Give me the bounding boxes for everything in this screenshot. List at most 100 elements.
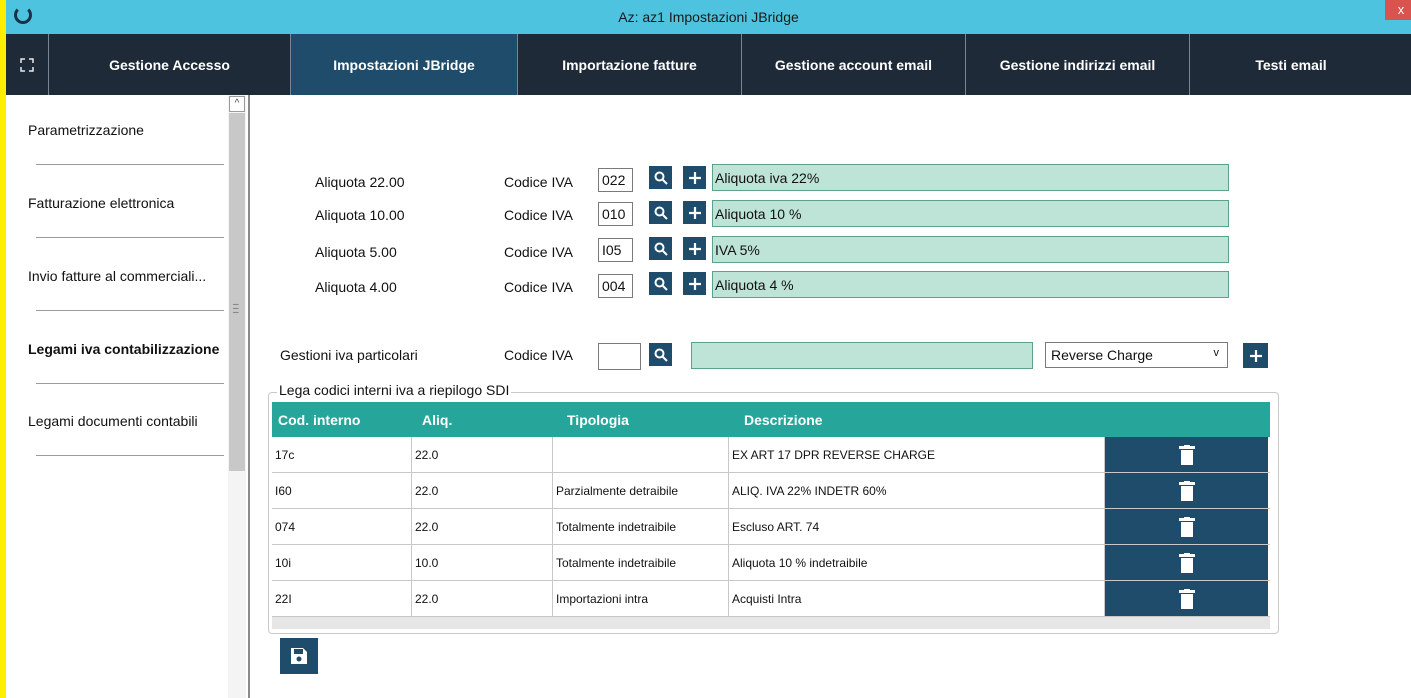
particolari-description bbox=[691, 342, 1033, 369]
tab-gestione-accesso[interactable]: Gestione Accesso bbox=[49, 34, 291, 95]
codice-iva-label: Codice IVA bbox=[504, 207, 573, 223]
cell-codice: 10i bbox=[272, 545, 412, 580]
cell-tipologia: Importazioni intra bbox=[553, 581, 729, 616]
table-row[interactable]: 074 22.0 Totalmente indetraibile Escluso… bbox=[272, 509, 1270, 545]
column-header[interactable]: Cod. interno bbox=[272, 412, 418, 428]
cell-descrizione: EX ART 17 DPR REVERSE CHARGE bbox=[729, 437, 1105, 472]
add-button[interactable] bbox=[683, 201, 706, 224]
expand-icon[interactable] bbox=[6, 34, 49, 95]
search-icon bbox=[654, 348, 668, 362]
aliquota-description: Aliquota 4 % bbox=[712, 271, 1229, 298]
cell-tipologia: Totalmente indetraibile bbox=[553, 509, 729, 544]
aliquota-description: Aliquota 10 % bbox=[712, 200, 1229, 227]
cell-codice: I60 bbox=[272, 473, 412, 508]
tab-importazione-fatture[interactable]: Importazione fatture bbox=[518, 34, 742, 95]
sidebar: Parametrizzazione Fatturazione elettroni… bbox=[6, 95, 250, 698]
plus-icon bbox=[1249, 349, 1262, 362]
search-button[interactable] bbox=[649, 272, 672, 295]
sidebar-divider bbox=[36, 455, 224, 456]
delete-button[interactable] bbox=[1105, 581, 1268, 616]
sidebar-scrollbar[interactable]: ^ – – – bbox=[228, 95, 246, 698]
sidebar-item-invio-fatture[interactable]: Invio fatture al commerciali... bbox=[28, 268, 228, 284]
column-header[interactable]: Tipologia bbox=[563, 412, 740, 428]
table-row[interactable]: 22I 22.0 Importazioni intra Acquisti Int… bbox=[272, 581, 1270, 617]
add-button[interactable] bbox=[683, 237, 706, 260]
particolari-label: Gestioni iva particolari bbox=[280, 347, 418, 363]
trash-icon bbox=[1178, 552, 1195, 573]
cell-codice: 22I bbox=[272, 581, 412, 616]
save-button[interactable] bbox=[280, 638, 318, 674]
tipo-select[interactable]: Reverse Charge v bbox=[1045, 342, 1228, 368]
codice-iva-label: Codice IVA bbox=[504, 174, 573, 190]
add-button[interactable] bbox=[683, 166, 706, 189]
title-bar: Az: az1 Impostazioni JBridge x bbox=[6, 0, 1411, 34]
tab-testi-email[interactable]: Testi email bbox=[1190, 34, 1392, 95]
tab-bar: Gestione Accesso Impostazioni JBridge Im… bbox=[6, 34, 1411, 95]
codice-iva-field[interactable]: 004 bbox=[598, 274, 633, 298]
tab-impostazioni-jbridge[interactable]: Impostazioni JBridge bbox=[291, 34, 518, 95]
column-header[interactable]: Descrizione bbox=[740, 412, 1118, 428]
delete-button[interactable] bbox=[1105, 545, 1268, 580]
cell-codice: 074 bbox=[272, 509, 412, 544]
codice-iva-field[interactable]: 010 bbox=[598, 202, 633, 226]
cell-tipologia: Parzialmente detraibile bbox=[553, 473, 729, 508]
close-button[interactable]: x bbox=[1385, 0, 1411, 20]
sidebar-item-parametrizzazione[interactable]: Parametrizzazione bbox=[28, 122, 228, 138]
aliquota-label: Aliquota 4.00 bbox=[315, 279, 397, 295]
legami-legend: Lega codici interni iva a riepilogo SDI bbox=[277, 382, 512, 398]
particolari-code-field[interactable] bbox=[598, 343, 641, 370]
sidebar-divider bbox=[36, 310, 224, 311]
plus-icon bbox=[688, 277, 701, 290]
add-button[interactable] bbox=[683, 272, 706, 295]
scroll-thumb[interactable]: – – – bbox=[229, 113, 245, 471]
sidebar-divider bbox=[36, 164, 224, 165]
app-window: Az: az1 Impostazioni JBridge x Gestione … bbox=[6, 0, 1411, 698]
trash-icon bbox=[1178, 480, 1195, 501]
delete-button[interactable] bbox=[1105, 509, 1268, 544]
sidebar-item-fatturazione[interactable]: Fatturazione elettronica bbox=[28, 195, 228, 211]
table-row[interactable]: I60 22.0 Parzialmente detraibile ALIQ. I… bbox=[272, 473, 1270, 509]
chevron-down-icon: v bbox=[1213, 347, 1220, 359]
grid-horizontal-scrollbar[interactable] bbox=[272, 617, 1270, 629]
search-icon bbox=[654, 206, 668, 220]
search-icon bbox=[654, 277, 668, 291]
search-button[interactable] bbox=[649, 343, 672, 366]
window-title: Az: az1 Impostazioni JBridge bbox=[618, 9, 799, 25]
codice-iva-field[interactable]: I05 bbox=[598, 238, 633, 262]
column-header[interactable]: Aliq. bbox=[418, 412, 563, 428]
cell-aliq: 10.0 bbox=[412, 545, 553, 580]
search-button[interactable] bbox=[649, 201, 672, 224]
table-row[interactable]: 10i 10.0 Totalmente indetraibile Aliquot… bbox=[272, 545, 1270, 581]
aliquota-label: Aliquota 5.00 bbox=[315, 244, 397, 260]
save-icon bbox=[291, 648, 307, 664]
aliquota-description: IVA 5% bbox=[712, 236, 1229, 263]
plus-icon bbox=[688, 242, 701, 255]
cell-tipologia bbox=[553, 437, 729, 472]
trash-icon bbox=[1178, 588, 1195, 609]
trash-icon bbox=[1178, 516, 1195, 537]
plus-icon bbox=[688, 206, 701, 219]
cell-descrizione: Aliquota 10 % indetraibile bbox=[729, 545, 1105, 580]
grid-header: Cod. interno Aliq. Tipologia Descrizione bbox=[272, 402, 1270, 437]
search-button[interactable] bbox=[649, 237, 672, 260]
tipo-select-value: Reverse Charge bbox=[1051, 347, 1153, 363]
add-button[interactable] bbox=[1243, 343, 1268, 368]
cell-aliq: 22.0 bbox=[412, 509, 553, 544]
grip-icon: – – – bbox=[233, 299, 239, 318]
delete-button[interactable] bbox=[1105, 437, 1268, 472]
tab-gestione-indirizzi-email[interactable]: Gestione indirizzi email bbox=[966, 34, 1190, 95]
sidebar-item-legami-documenti[interactable]: Legami documenti contabili bbox=[28, 413, 228, 429]
table-row[interactable]: 17c 22.0 EX ART 17 DPR REVERSE CHARGE bbox=[272, 437, 1270, 473]
tab-gestione-account-email[interactable]: Gestione account email bbox=[742, 34, 966, 95]
scroll-up-icon[interactable]: ^ bbox=[229, 96, 245, 112]
cell-tipologia: Totalmente indetraibile bbox=[553, 545, 729, 580]
delete-button[interactable] bbox=[1105, 473, 1268, 508]
search-button[interactable] bbox=[649, 166, 672, 189]
main-panel: Aliquota 22.00 Codice IVA 022 Aliquota i… bbox=[250, 95, 1411, 698]
codice-iva-field[interactable]: 022 bbox=[598, 168, 633, 192]
cell-descrizione: ALIQ. IVA 22% INDETR 60% bbox=[729, 473, 1105, 508]
sidebar-item-legami-iva[interactable]: Legami iva contabilizzazione bbox=[28, 341, 228, 357]
codice-iva-label: Codice IVA bbox=[504, 244, 573, 260]
cell-codice: 17c bbox=[272, 437, 412, 472]
legami-grid: Cod. interno Aliq. Tipologia Descrizione… bbox=[272, 402, 1270, 629]
